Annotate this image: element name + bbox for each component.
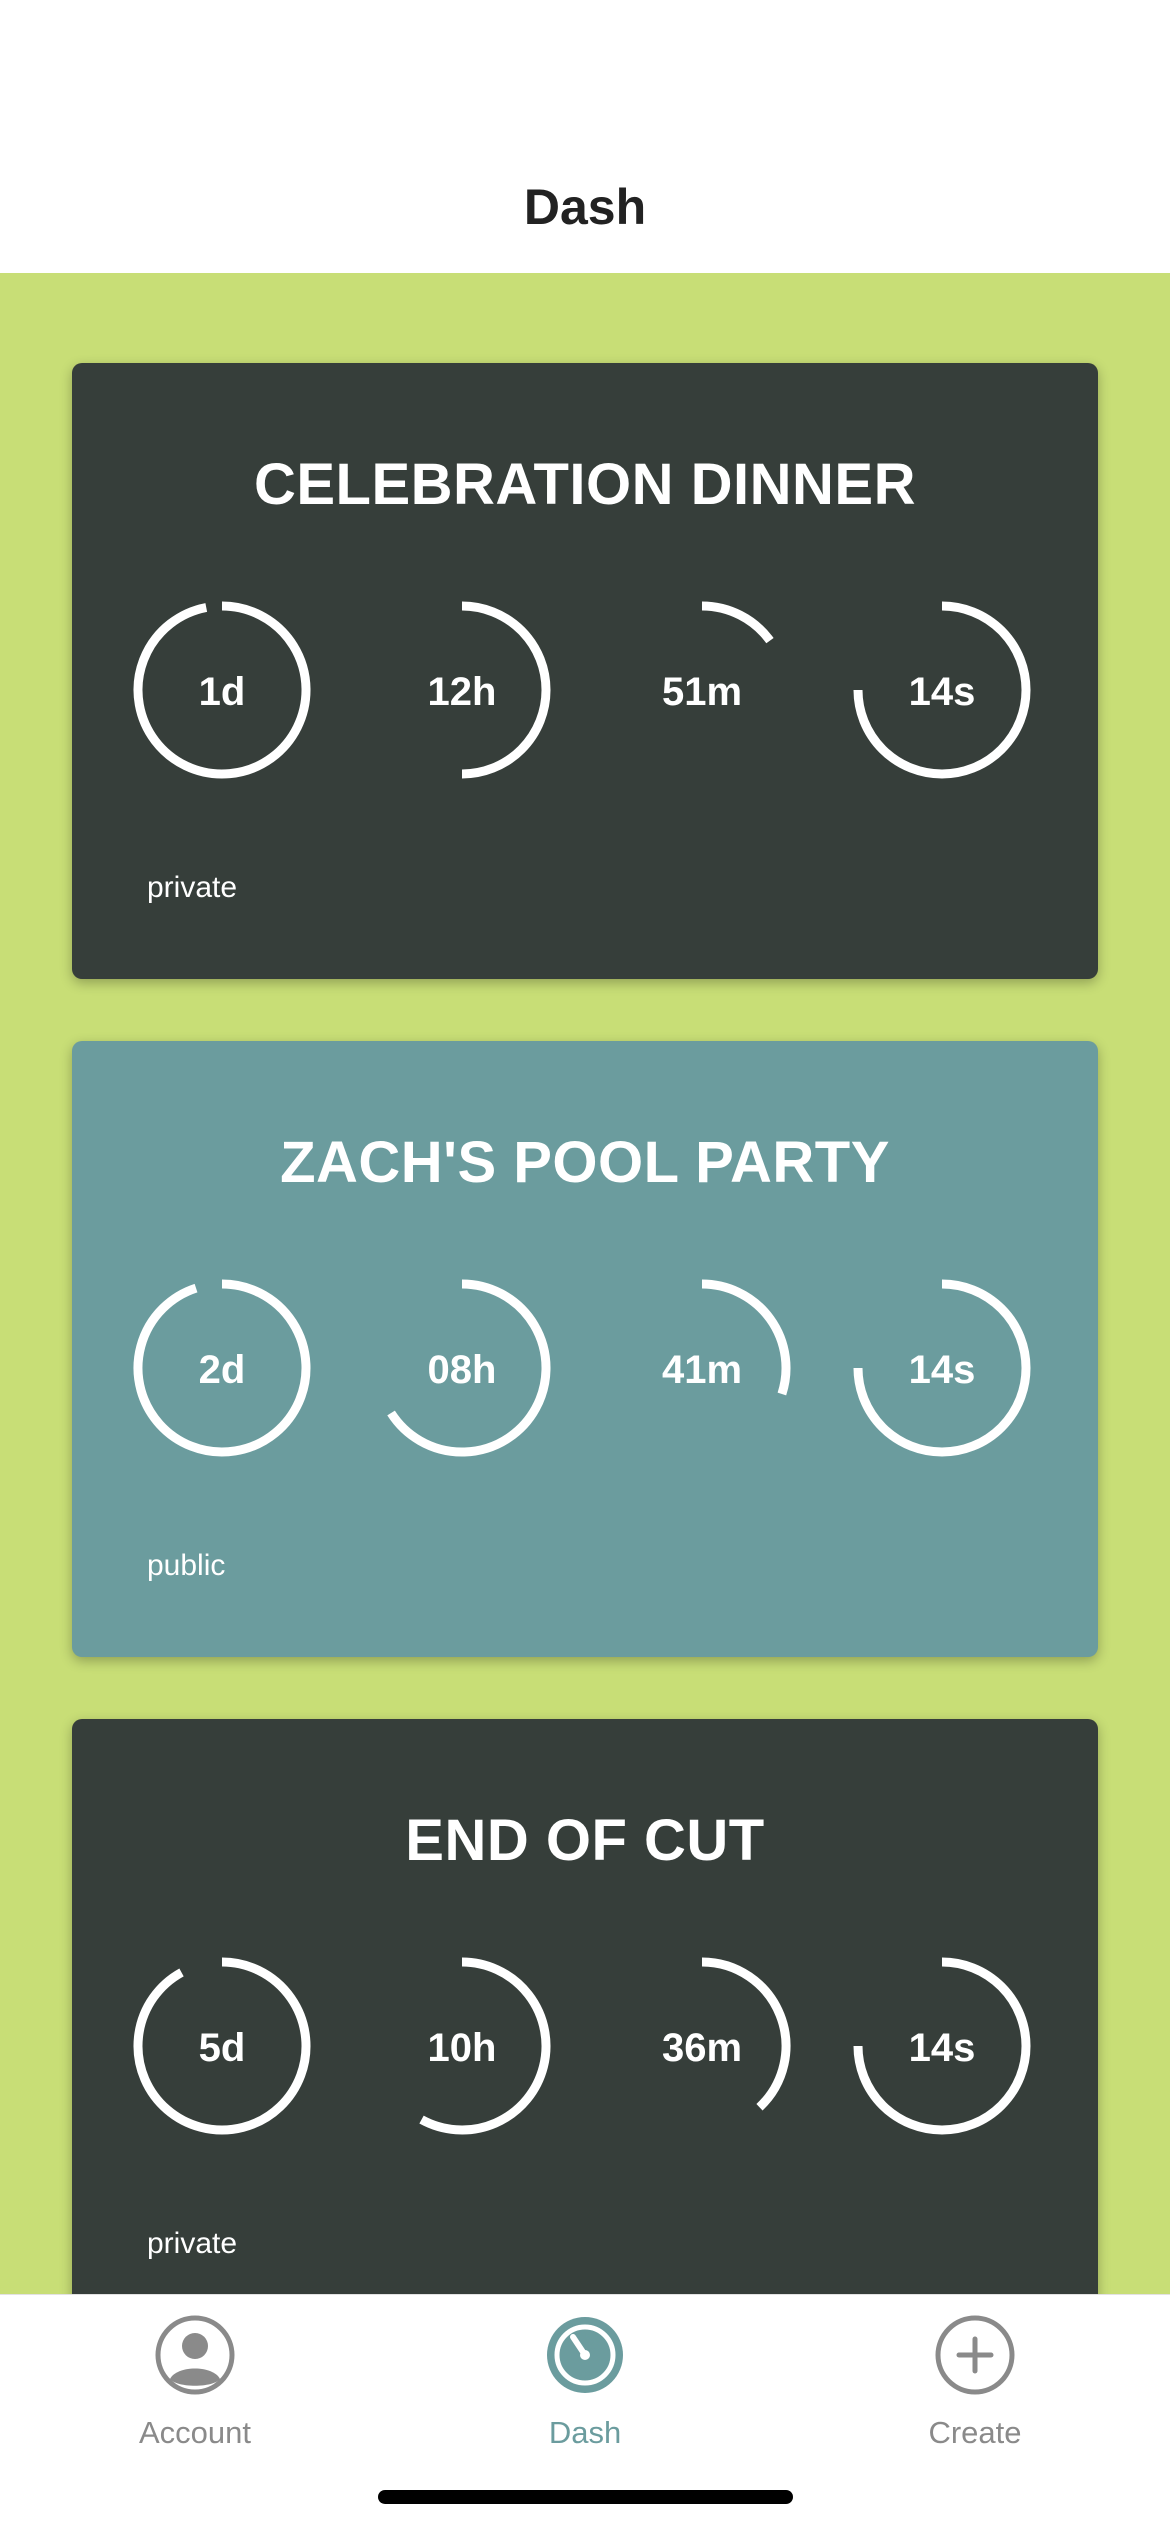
hours-ring: 12h	[372, 600, 552, 780]
hours-ring: 08h	[372, 1278, 552, 1458]
event-title: ZACH'S POOL PARTY	[280, 1130, 890, 1195]
tab-dash[interactable]: Dash	[465, 2305, 705, 2465]
dashboard-scroll-area[interactable]: CELEBRATION DINNER 1d 12h 51m 14s privat…	[0, 273, 1170, 2294]
visibility-label: public	[147, 1549, 226, 1582]
days-label: 5d	[198, 2025, 246, 2070]
tab-account[interactable]: Account	[75, 2305, 315, 2465]
seconds-ring: 14s	[852, 1956, 1032, 2136]
seconds-ring: 14s	[852, 600, 1032, 780]
hours-label: 08h	[427, 1347, 497, 1392]
tab-account-label: Account	[138, 2415, 251, 2450]
days-ring: 1d	[132, 600, 312, 780]
event-card-zachs-pool-party[interactable]: ZACH'S POOL PARTY 2d 08h 41m 14s public	[72, 1041, 1098, 1657]
visibility-label: private	[147, 871, 238, 904]
minutes-label: 51m	[661, 669, 743, 714]
tab-create[interactable]: Create	[855, 2305, 1095, 2465]
account-icon	[155, 2315, 235, 2395]
seconds-label: 14s	[908, 2025, 976, 2070]
event-title: END OF CUT	[405, 1808, 765, 1873]
seconds-ring: 14s	[852, 1278, 1032, 1458]
days-label: 2d	[198, 1347, 246, 1392]
minutes-label: 41m	[661, 1347, 743, 1392]
days-ring: 2d	[132, 1278, 312, 1458]
event-card-celebration-dinner[interactable]: CELEBRATION DINNER 1d 12h 51m 14s privat…	[72, 363, 1098, 979]
seconds-label: 14s	[908, 669, 976, 714]
days-ring: 5d	[132, 1956, 312, 2136]
event-card-end-of-cut[interactable]: END OF CUT 5d 10h 36m 14s private	[72, 1719, 1098, 2294]
hours-label: 12h	[427, 669, 497, 714]
minutes-ring: 36m	[612, 1956, 792, 2136]
hours-label: 10h	[427, 2025, 497, 2070]
days-label: 1d	[198, 669, 246, 714]
minutes-ring: 51m	[612, 600, 792, 780]
create-icon	[935, 2315, 1015, 2395]
dash-icon	[547, 2317, 623, 2393]
home-indicator	[378, 2490, 793, 2504]
page-title: Dash	[523, 179, 647, 235]
seconds-label: 14s	[908, 1347, 976, 1392]
nav-header: Dash	[0, 0, 1170, 273]
visibility-label: private	[147, 2227, 238, 2260]
minutes-ring: 41m	[612, 1278, 792, 1458]
hours-ring: 10h	[372, 1956, 552, 2136]
tab-create-label: Create	[928, 2415, 1022, 2450]
event-title: CELEBRATION DINNER	[253, 452, 917, 517]
minutes-label: 36m	[661, 2025, 743, 2070]
tab-dash-label: Dash	[548, 2415, 622, 2450]
